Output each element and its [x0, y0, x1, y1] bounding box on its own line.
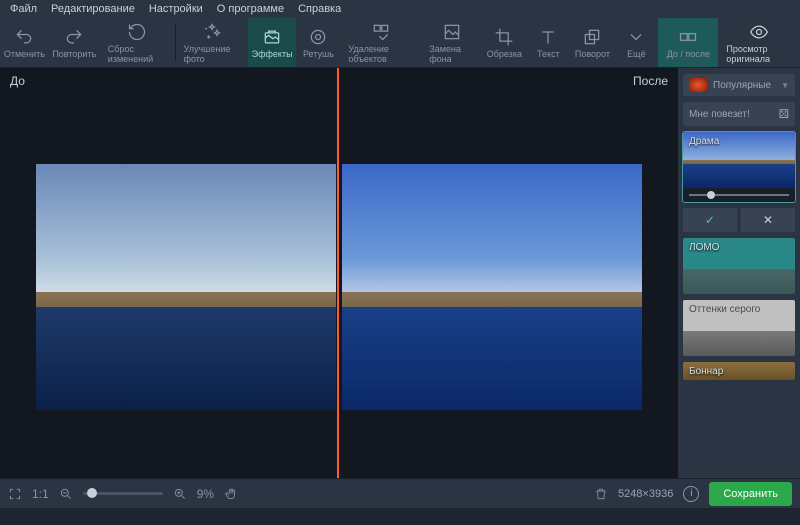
enhance-icon — [202, 22, 222, 42]
lucky-label: Мне повезет! — [689, 109, 750, 120]
effect-label: ЛОМО — [689, 242, 719, 253]
effect-grayscale[interactable]: Оттенки серого — [683, 300, 795, 356]
toolbar: Отменить Повторить Сброс изменений Улучш… — [0, 18, 800, 68]
dice-icon: ⚄ — [779, 107, 789, 121]
effects-label: Эффекты — [252, 49, 293, 59]
undo-label: Отменить — [4, 49, 45, 59]
undo-button[interactable]: Отменить — [0, 18, 49, 67]
pan-button[interactable] — [224, 487, 238, 501]
cancel-effect-button[interactable]: ✕ — [741, 208, 795, 232]
info-button[interactable]: i — [683, 486, 699, 502]
statusbar: 1:1 9% 5248×3936 i Сохранить — [0, 478, 800, 508]
remove-icon — [371, 22, 391, 42]
image-after — [342, 164, 642, 410]
retouch-label: Ретушь — [303, 49, 334, 59]
rotate-button[interactable]: Поворот — [570, 18, 614, 67]
bg-icon — [442, 22, 462, 42]
before-label: До — [10, 74, 25, 88]
category-select[interactable]: Популярные ▼ — [683, 74, 795, 96]
delete-button[interactable] — [594, 487, 608, 501]
menu-file[interactable]: Файл — [4, 2, 43, 16]
reset-icon — [127, 22, 147, 42]
dimensions: 5248×3936 — [618, 488, 673, 500]
zoom-out-button[interactable] — [59, 487, 73, 501]
canvas-area[interactable]: До После — [0, 68, 678, 478]
more-button[interactable]: Ещё — [614, 18, 658, 67]
chevron-down-icon: ▼ — [781, 81, 789, 90]
image-before — [36, 164, 336, 410]
enhance-button[interactable]: Улучшение фото — [176, 18, 248, 67]
before-after-label: До / после — [667, 49, 710, 59]
zoom-slider[interactable] — [83, 492, 163, 495]
crop-icon — [494, 27, 514, 47]
effect-bonnar[interactable]: Боннар — [683, 362, 795, 380]
view-original-button[interactable]: Просмотр оригинала — [718, 18, 800, 67]
retouch-icon — [308, 27, 328, 47]
effect-label: Оттенки серого — [689, 304, 760, 315]
effect-label: Боннар — [689, 366, 723, 377]
text-label: Текст — [537, 49, 560, 59]
bg-label: Замена фона — [429, 44, 474, 64]
reset-label: Сброс изменений — [108, 44, 167, 64]
crop-button[interactable]: Обрезка — [482, 18, 526, 67]
eye-icon — [749, 22, 769, 42]
effect-label: Драма — [689, 136, 719, 147]
apply-effect-button[interactable]: ✓ — [683, 208, 737, 232]
more-label: Ещё — [627, 49, 645, 59]
menu-edit[interactable]: Редактирование — [45, 2, 141, 16]
view-original-label: Просмотр оригинала — [726, 44, 792, 64]
effects-panel: Популярные ▼ Мне повезет! ⚄ Драма ✓ ✕ ЛО… — [678, 68, 800, 478]
crop-label: Обрезка — [487, 49, 522, 59]
zoom-value: 9% — [197, 487, 214, 501]
effect-lomo[interactable]: ЛОМО — [683, 238, 795, 294]
lucky-button[interactable]: Мне повезет! ⚄ — [683, 102, 795, 126]
menubar: Файл Редактирование Настройки О программ… — [0, 0, 800, 18]
rotate-icon — [582, 27, 602, 47]
save-button[interactable]: Сохранить — [709, 482, 792, 506]
enhance-label: Улучшение фото — [184, 44, 240, 64]
menu-about[interactable]: О программе — [211, 2, 290, 16]
redo-icon — [64, 27, 84, 47]
change-bg-button[interactable]: Замена фона — [421, 18, 482, 67]
category-thumb — [689, 78, 707, 92]
fit-button[interactable]: 1:1 — [32, 487, 49, 501]
menu-settings[interactable]: Настройки — [143, 2, 209, 16]
text-icon — [538, 27, 558, 47]
effects-button[interactable]: Эффекты — [248, 18, 297, 67]
fullscreen-button[interactable] — [8, 487, 22, 501]
retouch-button[interactable]: Ретушь — [296, 18, 340, 67]
menu-help[interactable]: Справка — [292, 2, 347, 16]
effects-icon — [262, 27, 282, 47]
reset-button[interactable]: Сброс изменений — [100, 18, 175, 67]
redo-label: Повторить — [52, 49, 96, 59]
undo-icon — [14, 27, 34, 47]
effect-intensity-slider[interactable] — [683, 188, 795, 202]
redo-button[interactable]: Повторить — [49, 18, 100, 67]
zoom-in-button[interactable] — [173, 487, 187, 501]
chevron-down-icon — [626, 27, 646, 47]
compare-icon — [678, 27, 698, 47]
remove-label: Удаление объектов — [348, 44, 413, 64]
rotate-label: Поворот — [575, 49, 610, 59]
category-label: Популярные — [713, 80, 781, 91]
effect-drama[interactable]: Драма — [683, 132, 795, 202]
split-handle[interactable] — [337, 68, 339, 478]
text-button[interactable]: Текст — [526, 18, 570, 67]
remove-objects-button[interactable]: Удаление объектов — [340, 18, 421, 67]
after-label: После — [633, 74, 668, 88]
before-after-button[interactable]: До / после — [658, 18, 718, 67]
